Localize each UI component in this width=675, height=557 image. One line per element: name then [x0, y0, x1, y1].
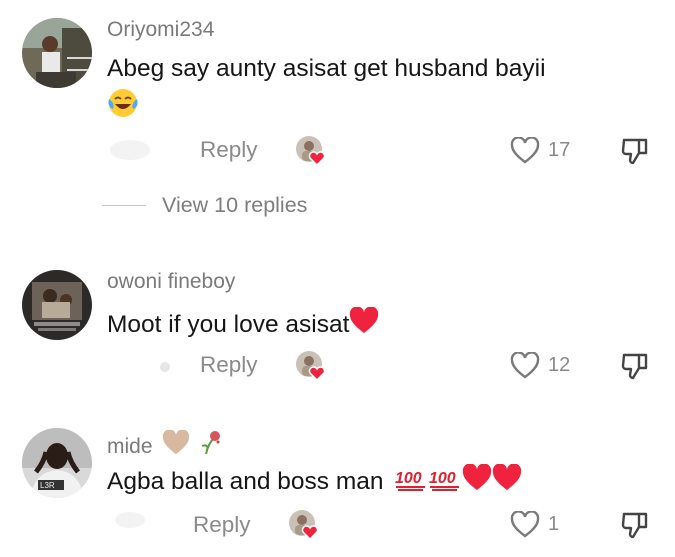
- faint-mark: [110, 140, 150, 160]
- like-count: 1: [548, 513, 560, 535]
- avatar[interactable]: [22, 18, 92, 88]
- like-heart-icon[interactable]: [510, 510, 540, 544]
- comment-text: Abeg say aunty asisat get husband bayii: [107, 55, 546, 83]
- red-heart-icon: [462, 463, 492, 499]
- like-count: 12: [548, 354, 571, 376]
- like-count: 17: [548, 139, 571, 161]
- username[interactable]: mide: [107, 428, 224, 462]
- username-text: mide: [107, 435, 153, 458]
- dislike-icon[interactable]: [620, 351, 650, 386]
- faint-mark: [160, 362, 170, 372]
- red-heart-icon: [492, 463, 522, 499]
- comment-text: Moot if you love asisat: [107, 306, 379, 342]
- svg-text:100: 100: [395, 470, 422, 487]
- red-heart-icon: [349, 306, 379, 342]
- svg-text:L3R: L3R: [40, 481, 55, 490]
- svg-text:100: 100: [429, 470, 456, 487]
- faint-mark: [115, 512, 145, 528]
- comment-text-content: Abeg say aunty asisat get husband bayii: [107, 55, 546, 82]
- dislike-icon[interactable]: [620, 510, 650, 545]
- like-heart-icon[interactable]: [510, 351, 540, 385]
- divider-line: [102, 205, 146, 206]
- comment-text-content: Agba balla and boss man: [107, 468, 384, 495]
- username[interactable]: Oriyomi234: [107, 18, 214, 42]
- avatar[interactable]: [22, 270, 92, 340]
- laughing-emoji-icon: [107, 87, 139, 124]
- like-heart-icon[interactable]: [510, 136, 540, 170]
- wilted-flower-icon: [196, 428, 224, 462]
- comment-text: Agba balla and boss man 100 100: [107, 463, 522, 499]
- creator-liked-icon: [295, 350, 326, 382]
- avatar[interactable]: L3R: [22, 428, 92, 498]
- creator-liked-icon: [295, 135, 326, 167]
- reply-button[interactable]: Reply: [193, 512, 251, 538]
- hundred-points-icon: 100: [428, 466, 462, 499]
- dislike-icon[interactable]: [620, 136, 650, 171]
- reply-button[interactable]: Reply: [200, 352, 258, 378]
- hundred-points-icon: 100: [394, 466, 428, 499]
- reply-button[interactable]: Reply: [200, 137, 258, 163]
- comment-1: Oriyomi234 Abeg say aunty asisat get hus…: [0, 0, 675, 230]
- brown-heart-icon: [162, 429, 190, 462]
- comment-text-content: Moot if you love asisat: [107, 311, 350, 338]
- view-replies-button[interactable]: View 10 replies: [162, 193, 307, 218]
- creator-liked-icon: [288, 509, 319, 541]
- username[interactable]: owoni fineboy: [107, 270, 235, 294]
